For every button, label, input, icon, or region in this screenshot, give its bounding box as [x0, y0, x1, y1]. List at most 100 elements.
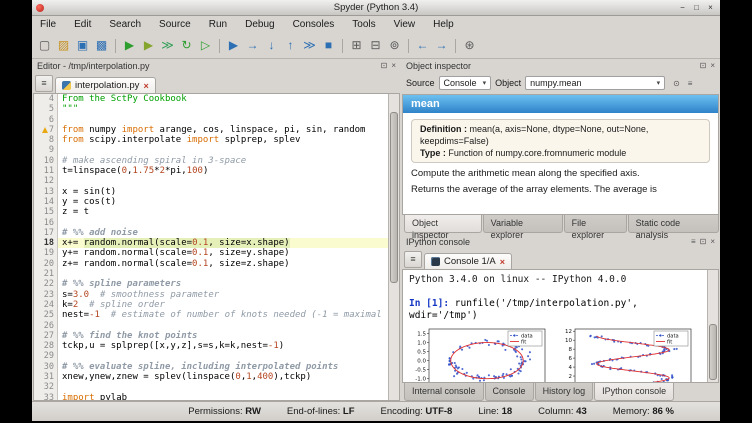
tools-icon[interactable]: ⊚ — [386, 37, 403, 54]
console-scrollbar[interactable] — [707, 270, 718, 382]
code-text[interactable] — [58, 115, 388, 125]
code-text[interactable]: # %% add noise — [58, 228, 388, 238]
new-file-icon[interactable]: ▢ — [36, 37, 53, 54]
split-pane-icon[interactable]: ⊟ — [367, 37, 384, 54]
code-text[interactable]: z+= random.normal(scale=0.1, size=z.shap… — [58, 259, 388, 269]
code-text[interactable]: t=linspace(0,1.75*2*pi,100) — [58, 166, 388, 176]
menu-item-source[interactable]: Source — [157, 18, 193, 31]
code-text[interactable]: from scipy.interpolate import splprep, s… — [58, 135, 388, 145]
forward-icon[interactable]: → — [433, 37, 450, 54]
code-text[interactable] — [58, 321, 388, 331]
code-text[interactable]: k=2 # spline order — [58, 300, 388, 310]
close-button[interactable]: × — [705, 2, 716, 13]
code-text[interactable] — [58, 351, 388, 361]
object-combobox[interactable]: numpy.mean ▾ — [525, 76, 665, 90]
editor-tab-label: interpolation.py — [75, 80, 139, 91]
close-console-icon[interactable]: × — [710, 237, 715, 246]
console-plot-1: 1.51.00.50.0-0.5-1.0-1.5-1.0-0.50.00.51.… — [409, 326, 549, 382]
run-cell-icon[interactable]: ▶ — [140, 37, 157, 54]
tab-static-code-analysis[interactable]: Static code analysis — [628, 215, 719, 233]
console-scrollbar-thumb[interactable] — [709, 324, 717, 380]
step-into-icon[interactable]: ↓ — [263, 37, 280, 54]
menu-item-view[interactable]: View — [392, 18, 418, 31]
menu-item-run[interactable]: Run — [207, 18, 229, 31]
save-all-icon[interactable]: ▩ — [93, 37, 110, 54]
run-selection-icon[interactable]: ▷ — [197, 37, 214, 54]
run-cell-advance-icon[interactable]: ≫ — [159, 37, 176, 54]
code-text[interactable]: xnew,ynew,znew = splev(linspace(0,1,400)… — [58, 372, 388, 382]
continue-icon[interactable]: ≫ — [301, 37, 318, 54]
code-text[interactable] — [58, 218, 388, 228]
code-text[interactable]: # %% spline parameters — [58, 279, 388, 289]
code-text[interactable]: y+= random.normal(scale=0.1, size=y.shap… — [58, 248, 388, 258]
console-options-icon[interactable]: ≡ — [691, 237, 696, 246]
console-list-button[interactable]: ≡ — [404, 251, 422, 268]
tab-console-1a[interactable]: Console 1/A × — [424, 253, 512, 269]
tab-internal-console[interactable]: Internal console — [404, 383, 484, 401]
step-return-icon[interactable]: ↑ — [282, 37, 299, 54]
code-text[interactable]: z = t — [58, 207, 388, 217]
lock-icon[interactable]: ⊙ — [673, 79, 680, 88]
source-select[interactable]: Console ▾ — [439, 76, 492, 90]
stop-icon[interactable]: ■ — [320, 37, 337, 54]
close-console-tab-icon[interactable]: × — [500, 257, 505, 267]
editor-scrollbar[interactable] — [388, 94, 399, 400]
code-text[interactable] — [58, 176, 388, 186]
menu-item-help[interactable]: Help — [431, 18, 456, 31]
menu-item-debug[interactable]: Debug — [243, 18, 276, 31]
undock-editor-icon[interactable]: ⊡ — [381, 61, 388, 70]
menu-item-consoles[interactable]: Consoles — [291, 18, 337, 31]
code-lines[interactable]: 4From the SctPy Cookbook5"""67from numpy… — [34, 94, 388, 400]
tab-object-inspector[interactable]: Object inspector — [404, 215, 482, 233]
run-icon[interactable]: ▶ — [121, 37, 138, 54]
maximize-pane-icon[interactable]: ⊞ — [348, 37, 365, 54]
menu-item-file[interactable]: File — [38, 18, 58, 31]
close-editor-icon[interactable]: × — [391, 61, 396, 70]
tab-variable-explorer[interactable]: Variable explorer — [483, 215, 563, 233]
code-text[interactable] — [58, 269, 388, 279]
open-file-icon[interactable]: ▨ — [55, 37, 72, 54]
inspector-options-icon[interactable]: ≡ — [688, 79, 693, 88]
tab-history-log[interactable]: History log — [535, 383, 594, 401]
debug-icon[interactable]: ▶ — [225, 37, 242, 54]
console-input-line[interactable]: In [1]: runfile('/tmp/interpolation.py',… — [409, 298, 707, 322]
menu-item-edit[interactable]: Edit — [72, 18, 93, 31]
tab-console[interactable]: Console — [485, 383, 534, 401]
code-text[interactable] — [58, 145, 388, 155]
title-bar[interactable]: Spyder (Python 3.4) − □ × — [32, 0, 720, 16]
step-icon[interactable]: → — [244, 37, 261, 54]
code-text[interactable]: tckp,u = splprep([x,y,z],s=s,k=k,nest=-1… — [58, 341, 388, 351]
code-text[interactable]: x+= random.normal(scale=0.1, size=x.shap… — [58, 238, 388, 248]
code-text[interactable]: From the SctPy Cookbook — [58, 94, 388, 104]
re-run-icon[interactable]: ↻ — [178, 37, 195, 54]
python-path-icon[interactable]: ⊛ — [461, 37, 478, 54]
code-text[interactable]: x = sin(t) — [58, 187, 388, 197]
undock-inspector-icon[interactable]: ⊡ — [700, 61, 707, 70]
menu-item-tools[interactable]: Tools — [350, 18, 377, 31]
code-text[interactable]: from numpy import arange, cos, linspace,… — [58, 125, 388, 135]
maximize-button[interactable]: □ — [691, 2, 702, 13]
save-icon[interactable]: ▣ — [74, 37, 91, 54]
code-text[interactable]: import pylab — [58, 393, 388, 400]
console-body: Python 3.4.0 on linux -- IPython 4.0.0 I… — [402, 269, 719, 383]
close-tab-icon[interactable]: × — [143, 81, 148, 91]
code-text[interactable]: s=3.0 # smoothness parameter — [58, 290, 388, 300]
code-text[interactable]: # %% evaluate spline, including interpol… — [58, 362, 388, 372]
minimize-button[interactable]: − — [677, 2, 688, 13]
tab-ipython-console[interactable]: IPython console — [594, 383, 674, 401]
menu-item-search[interactable]: Search — [107, 18, 143, 31]
code-text[interactable] — [58, 382, 388, 392]
close-inspector-icon[interactable]: × — [710, 61, 715, 70]
code-text[interactable]: nest=-1 # estimate of number of knots ne… — [58, 310, 388, 320]
tab-interpolation-py[interactable]: interpolation.py × — [55, 77, 156, 93]
code-text[interactable]: # make ascending spiral in 3-space — [58, 156, 388, 166]
browse-tabs-button[interactable]: ≡ — [35, 75, 53, 92]
undock-console-icon[interactable]: ⊡ — [700, 237, 707, 246]
code-text[interactable]: # %% find the knot points — [58, 331, 388, 341]
code-text[interactable]: """ — [58, 104, 388, 114]
tab-file-explorer[interactable]: File explorer — [564, 215, 627, 233]
code-text[interactable]: y = cos(t) — [58, 197, 388, 207]
editor-scrollbar-thumb[interactable] — [390, 112, 398, 282]
console-output[interactable]: Python 3.4.0 on linux -- IPython 4.0.0 I… — [403, 270, 707, 382]
back-icon[interactable]: ← — [414, 37, 431, 54]
